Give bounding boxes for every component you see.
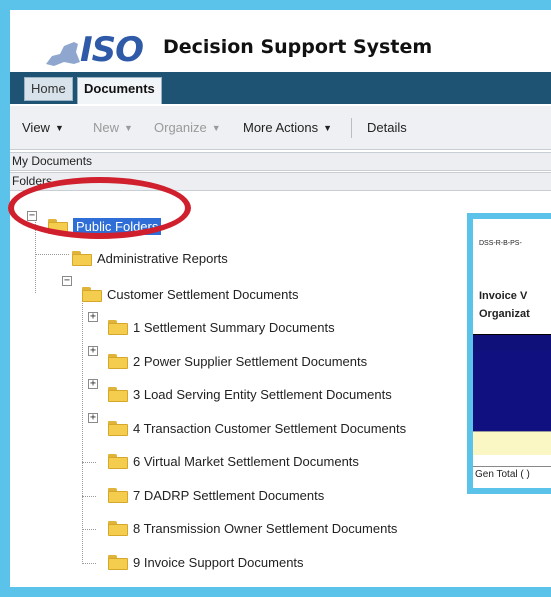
toolbar: View ▼ New ▼ Organize ▼ More Actions ▼ Detai… <box>10 106 551 150</box>
tree-connector <box>82 529 96 530</box>
report-heading: Invoice V <box>479 290 528 302</box>
details-button[interactable]: Details <box>367 120 407 135</box>
folder-icon <box>108 520 128 536</box>
tree-node-label: 6 Virtual Market Settlement Documents <box>133 453 359 469</box>
tree-connector <box>82 462 96 463</box>
app-header: ISO Decision Support System <box>10 10 551 72</box>
report-table-band <box>473 431 551 455</box>
tree-node-transmission-owner[interactable]: 8 Transmission Owner Settlement Document… <box>108 518 397 538</box>
folder-icon <box>108 487 128 503</box>
folder-icon <box>72 250 92 266</box>
folder-icon <box>108 453 128 469</box>
new-label: New <box>93 120 120 135</box>
folder-icon <box>108 554 128 570</box>
tab-documents[interactable]: Documents <box>77 77 162 104</box>
tree-node-power-supplier[interactable]: 2 Power Supplier Settlement Documents <box>108 351 367 371</box>
tree-node-label: 3 Load Serving Entity Settlement Documen… <box>133 386 392 402</box>
chevron-down-icon: ▼ <box>54 123 64 133</box>
chevron-down-icon: ▼ <box>211 123 221 133</box>
tree-node-transaction-customer[interactable]: 4 Transaction Customer Settlement Docume… <box>108 418 406 438</box>
tree-node-label: 4 Transaction Customer Settlement Docume… <box>133 420 407 436</box>
iso-logo: ISO <box>80 30 144 70</box>
organize-label: Organize <box>154 120 207 135</box>
chevron-down-icon: ▼ <box>323 123 333 133</box>
new-menu-button[interactable]: New ▼ <box>93 120 133 135</box>
organize-menu-button[interactable]: Organize ▼ <box>154 120 221 135</box>
collapse-icon[interactable]: − <box>62 276 72 286</box>
tree-node-label: 8 Transmission Owner Settlement Document… <box>133 520 398 536</box>
folder-icon <box>108 386 128 402</box>
chevron-down-icon: ▼ <box>124 123 133 133</box>
tab-bar: Home Documents <box>10 72 551 104</box>
tree-node-label: 7 DADRP Settlement Documents <box>133 487 325 503</box>
expand-icon[interactable]: + <box>88 413 98 423</box>
tree-node-administrative-reports[interactable]: Administrative Reports <box>72 248 228 268</box>
report-preview: DSS-R-B-PS- Invoice V Organizat Gen Tota… <box>473 219 551 488</box>
my-documents-header[interactable]: My Documents <box>10 152 551 171</box>
tree-node-label: 9 Invoice Support Documents <box>133 554 304 570</box>
tree-connector <box>82 563 96 564</box>
report-subheading: Organizat <box>479 308 530 320</box>
folder-icon <box>82 286 102 302</box>
tree-node-settlement-summary[interactable]: 1 Settlement Summary Documents <box>108 317 335 337</box>
report-code: DSS-R-B-PS- <box>479 240 522 247</box>
report-table-header <box>473 334 551 351</box>
folder-icon <box>108 319 128 335</box>
tree-connector <box>82 496 96 497</box>
tree-connector <box>35 220 36 293</box>
toolbar-divider <box>351 118 352 138</box>
expand-icon[interactable]: + <box>88 346 98 356</box>
tree-connector <box>35 254 69 255</box>
more-actions-label: More Actions <box>243 120 319 135</box>
tree-node-label: Administrative Reports <box>97 250 228 266</box>
expand-icon[interactable]: + <box>88 312 98 322</box>
view-menu-button[interactable]: View ▼ <box>22 120 64 135</box>
app-title: Decision Support System <box>163 36 433 58</box>
new-york-map-icon <box>46 42 80 66</box>
tree-node-label: Customer Settlement Documents <box>107 286 299 302</box>
expand-icon[interactable]: + <box>88 379 98 389</box>
report-preview-overlay: DSS-R-B-PS- Invoice V Organizat Gen Tota… <box>467 213 551 494</box>
tree-node-virtual-market[interactable]: 6 Virtual Market Settlement Documents <box>108 451 359 471</box>
tree-node-label: 2 Power Supplier Settlement Documents <box>133 353 368 369</box>
tree-node-customer-settlement-documents[interactable]: Customer Settlement Documents <box>82 284 298 304</box>
more-actions-menu-button[interactable]: More Actions ▼ <box>243 120 332 135</box>
folder-icon <box>108 420 128 436</box>
tree-node-load-serving-entity[interactable]: 3 Load Serving Entity Settlement Documen… <box>108 384 392 404</box>
highlight-annotation-ring <box>8 177 191 239</box>
tree-node-label: 1 Settlement Summary Documents <box>133 319 335 335</box>
tree-node-invoice-support[interactable]: 9 Invoice Support Documents <box>108 552 304 572</box>
view-label: View <box>22 120 50 135</box>
tree-node-dadrp[interactable]: 7 DADRP Settlement Documents <box>108 485 324 505</box>
report-total-row: Gen Total ( ) <box>473 466 551 482</box>
report-table-body <box>473 351 551 431</box>
folder-icon <box>108 353 128 369</box>
tab-home[interactable]: Home <box>24 77 73 101</box>
tree-connector <box>82 292 83 564</box>
